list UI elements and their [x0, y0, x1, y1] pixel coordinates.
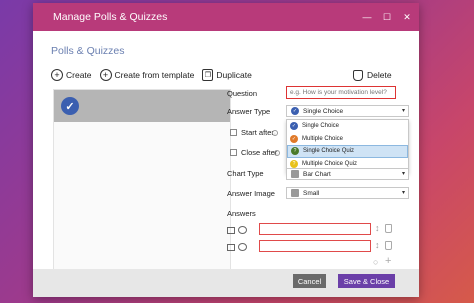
- save-close-button[interactable]: Save & Close: [338, 274, 395, 288]
- panel-title: Polls & Quizzes: [51, 45, 125, 57]
- toolbar: + Create + Create from template ❐ Duplic…: [51, 67, 260, 83]
- answer-input[interactable]: [259, 223, 371, 235]
- duplicate-button[interactable]: ❐ Duplicate: [202, 69, 252, 81]
- reset-icon[interactable]: ○: [373, 257, 378, 267]
- answer-image-select[interactable]: Small ▾: [286, 187, 409, 199]
- option-label: Multiple Choice Quiz: [302, 160, 358, 167]
- info-icon: i: [272, 130, 278, 136]
- option-single-choice[interactable]: ✓ Single Choice: [287, 120, 408, 133]
- question-icon: ?: [291, 147, 299, 156]
- start-after-label: Start after: [241, 128, 274, 137]
- footer: Cancel Save & Close: [33, 269, 419, 297]
- copy-icon: ❐: [202, 69, 214, 81]
- info-icon: i: [274, 150, 280, 156]
- bar-chart-icon: [291, 170, 299, 178]
- chevron-down-icon: ▾: [401, 171, 405, 177]
- trash-icon[interactable]: [385, 241, 392, 250]
- manage-polls-window: Manage Polls & Quizzes — ☐ ✕ Polls & Qui…: [33, 3, 419, 297]
- image-icon[interactable]: [227, 243, 235, 251]
- question-input[interactable]: [286, 86, 396, 99]
- camera-icon[interactable]: [238, 226, 247, 234]
- maximize-icon[interactable]: ☐: [377, 3, 397, 31]
- create-label: Create: [66, 70, 92, 80]
- title-bar: Manage Polls & Quizzes — ☐ ✕: [33, 3, 419, 31]
- check-icon: ✓: [290, 134, 298, 143]
- camera-icon[interactable]: [238, 243, 247, 251]
- check-icon: ✓: [290, 122, 298, 131]
- answer-row: ↕: [227, 240, 411, 254]
- answer-image-label: Answer Image: [227, 189, 275, 198]
- chart-type-select[interactable]: Bar Chart ▾: [286, 168, 409, 180]
- chevron-down-icon: ▾: [401, 108, 405, 114]
- check-icon: ✓: [291, 107, 299, 115]
- option-single-choice-quiz[interactable]: ? Single Choice Quiz: [287, 145, 408, 158]
- answer-image-value: Small: [303, 189, 320, 197]
- delete-button[interactable]: Delete: [353, 67, 392, 83]
- create-button[interactable]: + Create: [51, 69, 92, 81]
- answer-row: ↕: [227, 223, 411, 237]
- answer-type-select[interactable]: ✓ Single Choice ▾: [286, 105, 409, 117]
- close-icon[interactable]: ✕: [397, 3, 417, 31]
- close-after-label: Close after: [241, 148, 278, 157]
- question-label: Question: [227, 89, 258, 98]
- start-after-checkbox[interactable]: [230, 129, 237, 136]
- plus-circle-icon: +: [51, 69, 63, 81]
- option-multiple-choice[interactable]: ✓ Multiple Choice: [287, 133, 408, 146]
- trash-icon: [353, 69, 363, 81]
- delete-label: Delete: [367, 70, 392, 80]
- answer-type-label: Answer Type: [227, 107, 271, 116]
- duplicate-label: Duplicate: [216, 70, 252, 80]
- chart-type-label: Chart Type: [227, 169, 264, 178]
- list-item[interactable]: ✓: [54, 90, 230, 122]
- answer-input[interactable]: [259, 240, 371, 252]
- drag-handle-icon[interactable]: ↕: [375, 223, 380, 233]
- answer-type-dropdown: ✓ Single Choice ✓ Multiple Choice ? Sing…: [286, 119, 409, 173]
- answers-label: Answers: [227, 209, 256, 218]
- minimize-icon[interactable]: —: [357, 3, 377, 31]
- question-icon: ?: [290, 159, 298, 168]
- answer-type-value: Single Choice: [303, 107, 344, 115]
- option-label: Single Choice: [302, 123, 340, 130]
- cancel-button[interactable]: Cancel: [293, 274, 326, 288]
- chevron-down-icon: ▾: [401, 190, 405, 196]
- create-from-template-button[interactable]: + Create from template: [99, 69, 195, 81]
- image-size-icon: [291, 189, 299, 197]
- check-circle-icon: ✓: [61, 97, 79, 115]
- create-template-label: Create from template: [114, 70, 195, 80]
- chart-type-value: Bar Chart: [303, 170, 331, 178]
- image-icon[interactable]: [227, 226, 235, 234]
- option-label: Multiple Choice: [302, 135, 344, 142]
- close-after-checkbox[interactable]: [230, 149, 237, 156]
- poll-list: ✓: [53, 89, 231, 275]
- add-answer-icon[interactable]: +: [385, 255, 391, 267]
- window-title: Manage Polls & Quizzes: [53, 11, 168, 23]
- plus-circle-icon: +: [99, 69, 112, 81]
- drag-handle-icon[interactable]: ↕: [375, 240, 380, 250]
- option-label: Single Choice Quiz: [303, 148, 355, 155]
- trash-icon[interactable]: [385, 224, 392, 233]
